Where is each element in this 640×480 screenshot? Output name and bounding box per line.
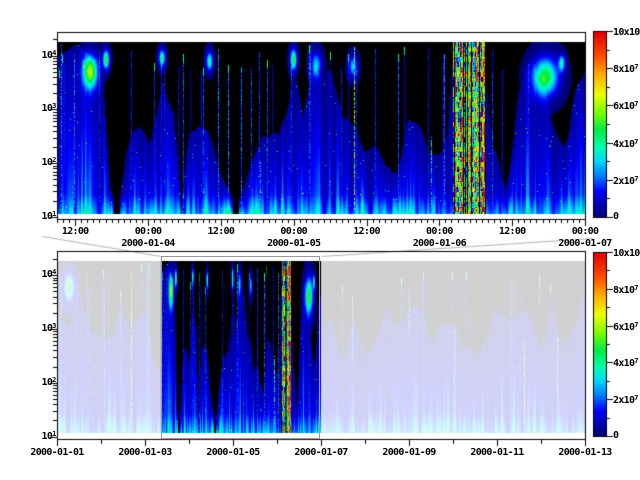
spectrogram-figure-canvas [0,0,640,480]
zoom-selection-box[interactable] [161,256,320,439]
spectrogram-app-window: 12:0000:002000-01-0412:0000:002000-01-05… [0,0,640,480]
